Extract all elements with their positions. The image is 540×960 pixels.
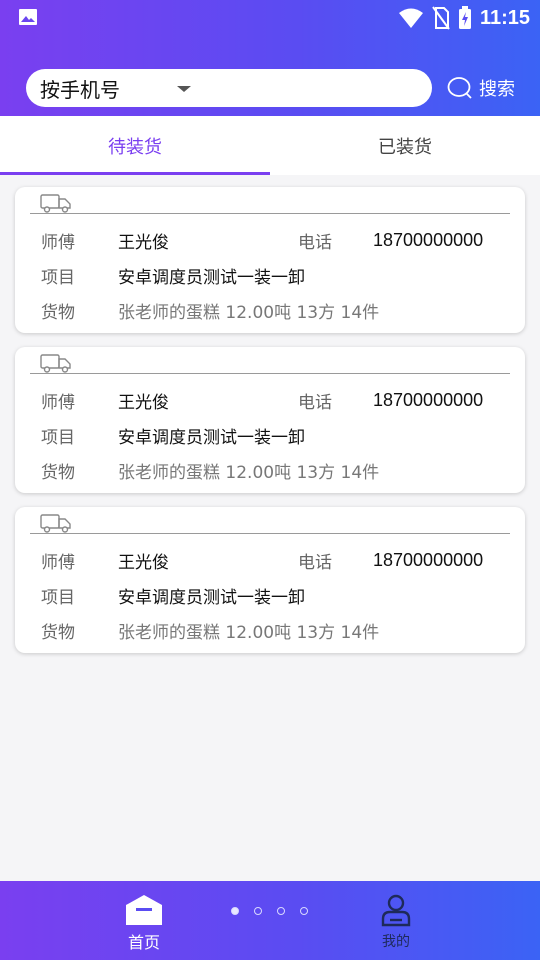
search-type-select[interactable]: 按手机号 xyxy=(40,74,120,103)
phone-number[interactable]: 18700000000 xyxy=(373,390,483,411)
card-divider xyxy=(30,533,510,534)
truck-icon xyxy=(40,514,71,533)
status-bar: 11:15 xyxy=(0,0,540,36)
user-icon xyxy=(381,894,411,927)
phone-label: 电话 xyxy=(298,552,332,573)
driver-name: 王光俊 xyxy=(118,392,169,413)
page-dot xyxy=(300,907,308,915)
page-dot xyxy=(231,907,239,915)
driver-label: 师傅 xyxy=(41,232,75,253)
nav-mine-label: 我的 xyxy=(382,934,410,950)
driver-name: 王光俊 xyxy=(118,232,169,253)
phone-label: 电话 xyxy=(298,232,332,253)
phone-number[interactable]: 18700000000 xyxy=(373,230,483,251)
chevron-down-icon[interactable] xyxy=(177,86,191,92)
image-icon xyxy=(19,9,37,25)
app-header: 11:15 按手机号 搜索 xyxy=(0,0,540,116)
nav-home[interactable]: 首页 xyxy=(84,881,204,960)
driver-row: 师傅 王光俊 电话 18700000000 xyxy=(41,387,511,413)
order-card[interactable]: 师傅 王光俊 电话 18700000000 项目 安卓调度员测试一装一卸 货物 … xyxy=(15,507,525,653)
tab-pending-load[interactable]: 待装货 xyxy=(0,116,270,175)
card-divider xyxy=(30,213,510,214)
order-card[interactable]: 师傅 王光俊 电话 18700000000 项目 安卓调度员测试一装一卸 货物 … xyxy=(15,347,525,493)
home-icon xyxy=(126,895,162,925)
search-button-label: 搜索 xyxy=(479,79,515,100)
wifi-icon xyxy=(398,8,423,28)
card-divider xyxy=(30,373,510,374)
tab-bar: 待装货 已装货 xyxy=(0,116,540,175)
driver-row: 师傅 王光俊 电话 18700000000 xyxy=(41,547,511,573)
driver-name: 王光俊 xyxy=(118,552,169,573)
nav-home-label: 首页 xyxy=(127,933,160,952)
order-card[interactable]: 师傅 王光俊 电话 18700000000 项目 安卓调度员测试一装一卸 货物 … xyxy=(15,187,525,333)
no-sim-icon xyxy=(432,6,450,30)
driver-label: 师傅 xyxy=(41,552,75,573)
search-icon xyxy=(447,77,472,99)
project-row: 项目 安卓调度员测试一装一卸 xyxy=(41,582,305,608)
page-indicator xyxy=(231,907,308,915)
search-button[interactable]: 搜索 xyxy=(447,74,515,102)
cargo-label: 货物 xyxy=(41,302,75,323)
cargo-row: 货物 张老师的蛋糕 12.00吨 13方 14件 xyxy=(41,617,379,643)
project-name: 安卓调度员测试一装一卸 xyxy=(118,587,305,608)
cargo-label: 货物 xyxy=(41,622,75,643)
project-name: 安卓调度员测试一装一卸 xyxy=(118,427,305,448)
driver-label: 师傅 xyxy=(41,392,75,413)
page-dot xyxy=(277,907,285,915)
phone-number[interactable]: 18700000000 xyxy=(373,550,483,571)
search-field[interactable]: 按手机号 xyxy=(26,69,432,107)
project-label: 项目 xyxy=(41,427,75,448)
cargo-detail: 张老师的蛋糕 12.00吨 13方 14件 xyxy=(118,622,380,643)
cargo-detail: 张老师的蛋糕 12.00吨 13方 14件 xyxy=(118,302,380,323)
truck-icon xyxy=(40,194,71,213)
battery-charging-icon xyxy=(458,6,471,29)
cargo-detail: 张老师的蛋糕 12.00吨 13方 14件 xyxy=(118,462,380,483)
truck-icon xyxy=(40,354,71,373)
phone-label: 电话 xyxy=(298,392,332,413)
driver-row: 师傅 王光俊 电话 18700000000 xyxy=(41,227,511,253)
cargo-row: 货物 张老师的蛋糕 12.00吨 13方 14件 xyxy=(41,457,379,483)
bottom-nav: 首页 我的 xyxy=(0,881,540,960)
active-tab-indicator xyxy=(0,172,270,175)
project-label: 项目 xyxy=(41,267,75,288)
project-row: 项目 安卓调度员测试一装一卸 xyxy=(41,262,305,288)
status-time: 11:15 xyxy=(479,6,530,29)
tab-loaded[interactable]: 已装货 xyxy=(270,116,540,175)
nav-mine[interactable]: 我的 xyxy=(336,881,456,960)
cargo-label: 货物 xyxy=(41,462,75,483)
page-dot xyxy=(254,907,262,915)
project-row: 项目 安卓调度员测试一装一卸 xyxy=(41,422,305,448)
cargo-row: 货物 张老师的蛋糕 12.00吨 13方 14件 xyxy=(41,297,379,323)
project-label: 项目 xyxy=(41,587,75,608)
project-name: 安卓调度员测试一装一卸 xyxy=(118,267,305,288)
